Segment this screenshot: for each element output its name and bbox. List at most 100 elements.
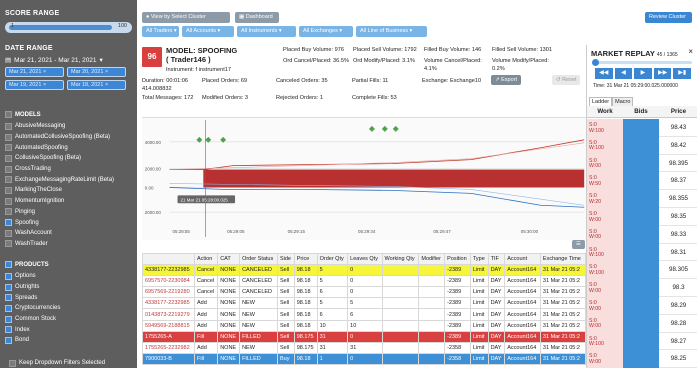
table-cell: 31 Mar 21 05:2 [539,308,586,321]
checkbox-icon [5,111,12,118]
ladder-price[interactable]: 98.33 [659,226,697,244]
replay-progress-thumb[interactable] [592,59,599,66]
score-max[interactable]: 100 [118,23,127,29]
grid-column-header[interactable]: Side [276,253,295,266]
ladder-price[interactable]: 98.25 [659,350,697,368]
date-chip[interactable]: Mar 20, 2021 × [67,67,126,77]
grid-column-header[interactable]: Leaves Qty [347,253,383,266]
filter-dropdown[interactable]: All Accounts ▾ [182,26,234,37]
model-checkbox[interactable]: WashAccount [0,228,137,239]
grid-column-header[interactable]: Order Status [239,253,278,266]
grid-column-header[interactable]: Modifier [418,253,446,266]
ladder-price[interactable]: 98.42 [659,137,697,155]
grid-column-header[interactable]: CAT [217,253,241,266]
grid-column-header[interactable]: Price [293,253,318,266]
model-checkbox[interactable]: CollusiveSpoofing (Beta) [0,153,137,164]
grid-column-header[interactable]: Type [469,253,489,266]
model-checkbox[interactable]: MarkingTheClose [0,185,137,196]
export-button[interactable]: ↗ Export [491,75,521,85]
close-icon[interactable]: × [688,47,693,56]
model-checkbox[interactable]: Pinging [0,207,137,218]
model-checkbox[interactable]: Spoofing [0,217,137,228]
ladder-price[interactable]: 98.43 [659,119,697,137]
grid-column-header[interactable]: Working Qty [381,253,420,266]
product-label: Cryptocurrencies [15,305,61,312]
date-chip[interactable]: Mar 18, 2021 × [67,80,126,90]
grid-column-header[interactable]: Exchange Time [539,253,586,266]
grid-column-header[interactable]: Position [444,253,471,266]
ladder-price[interactable]: 98.395 [659,155,697,173]
chart-menu-button[interactable]: ☰ [572,240,585,249]
partial-fills: Partial Fills: 11 [352,78,389,84]
reset-button[interactable]: ↺ Reset [552,75,580,85]
score-range-slider[interactable]: 1 100 [5,22,132,33]
model-checkbox[interactable]: ExchangeMessagingRateLimit (Beta) [0,174,137,185]
skip-back-icon[interactable]: ◀◀ [595,68,613,79]
ladder-price[interactable]: 98.29 [659,297,697,315]
table-row[interactable]: 5949569-2188815 Add NONE NEW Sell 98.18 10 10 -2… [142,319,586,332]
grid-column-header[interactable]: TIF [487,253,506,266]
checkbox-icon [5,165,12,173]
product-checkbox[interactable]: Index [0,324,137,335]
table-row[interactable]: 6957569-2219280 Cancel NONE CANCELED Sell 98.… [142,286,586,299]
ladder-price[interactable]: 98.3 [659,279,697,297]
filter-dropdown[interactable]: All Exchanges ▾ [299,26,353,37]
ladder-price[interactable]: 98.31 [659,244,697,262]
table-row[interactable]: 6957570-2230984 Cancel NONE CANCELED Sell 98.… [142,275,586,288]
grid-column-header[interactable]: Action [194,253,219,266]
ladder-price[interactable]: 98.28 [659,315,697,333]
trader-name[interactable]: ( Trader146 ) [166,55,211,64]
grid-column-header[interactable] [142,253,196,266]
view-by-button[interactable]: ● View by Select Cluster [142,12,230,23]
table-cell: NEW [239,319,278,332]
order-activity-chart[interactable]: 4000.00 2000.00 0.00 2000.00 05:28:55 05:29:0… [142,117,586,240]
product-checkbox[interactable]: Cryptocurrencies [0,303,137,314]
table-cell: CANCELED [239,275,278,288]
product-checkbox[interactable]: Bond [0,335,137,346]
table-row[interactable]: 0143873-2219279 Add NONE NEW Sell 98.18 6 6 -238… [142,308,586,321]
date-chip[interactable]: Mar 21, 2021 × [5,67,64,77]
table-row[interactable]: 1755265-2232982 Add NONE NEW Sell 98.175 31 31-… [142,341,586,354]
skip-forward-icon[interactable]: ▶▮ [673,68,691,79]
step-back-icon[interactable]: ◀ [614,68,633,79]
table-cell: 0 [347,275,383,288]
score-min[interactable]: 1 [11,23,14,29]
review-cluster-button[interactable]: Review Cluster [645,12,692,23]
product-checkbox[interactable]: Common Stock [0,314,137,325]
model-checkbox[interactable]: WashTrader [0,239,137,250]
product-checkbox[interactable]: Outrights [0,282,137,293]
filter-dropdown[interactable]: All Traders ▾ [142,26,179,37]
model-checkbox[interactable]: CrossTrading [0,164,137,175]
models-header[interactable]: MODELS [0,108,137,121]
product-checkbox[interactable]: Options [0,271,137,282]
keep-filters-toggle[interactable]: Keep Dropdown Filters Selected [4,358,105,368]
step-forward-icon[interactable]: ▶▶ [653,68,672,79]
x-tick-label: 05:30:00 [521,229,539,234]
ladder-price[interactable]: 98.37 [659,172,697,191]
table-row[interactable]: 4338177-2232985 Cancel NONE CANCELED Sell 98.… [142,264,586,277]
dashboard-button[interactable]: ▦ Dashboard [235,12,279,23]
ladder-price[interactable]: 98.27 [659,333,697,351]
product-checkbox[interactable]: Spreads [0,292,137,303]
ladder-price[interactable]: 98.305 [659,261,697,280]
date-range-picker[interactable]: ▤ Mar 21, 2021 - Mar 21, 2021 ▾ [0,56,108,65]
play-icon[interactable]: ▶ [634,68,652,79]
model-checkbox[interactable]: AbusiveMessaging [0,121,137,132]
date-chip[interactable]: Mar 19, 2021 × [5,80,64,90]
model-checkbox[interactable]: MomentumIgnition [0,196,137,207]
model-label: Pinging [15,208,36,215]
grid-column-header[interactable]: Order Qty [316,253,349,266]
replay-progress-track[interactable] [592,59,692,66]
filter-dropdown[interactable]: All Instruments ▾ [237,26,296,37]
table-row[interactable]: 7900033-B Fill NONE FILLED Buy 98.18 1 0 -2358 Li… [142,352,586,365]
filter-dropdown[interactable]: All Line of Business ▾ [356,26,427,37]
model-checkbox[interactable]: AutomatedCollusiveSpoofing (Beta) [0,132,137,143]
table-cell: DAY [487,352,506,365]
grid-column-header[interactable]: Account [504,253,541,266]
ladder-price[interactable]: 98.355 [659,190,697,208]
model-checkbox[interactable]: AutomatedSpoofing [0,142,137,153]
table-row[interactable]: 1755265-A Fill NONE FILLED Sell 98.175 31 0 -238… [142,330,586,343]
table-row[interactable]: 4338177-2232985 Add NONE NEW Sell 98.18 5 5 -238… [142,297,586,310]
ladder-price[interactable]: 98.35 [659,208,697,226]
products-header[interactable]: PRODUCTS [0,258,137,271]
